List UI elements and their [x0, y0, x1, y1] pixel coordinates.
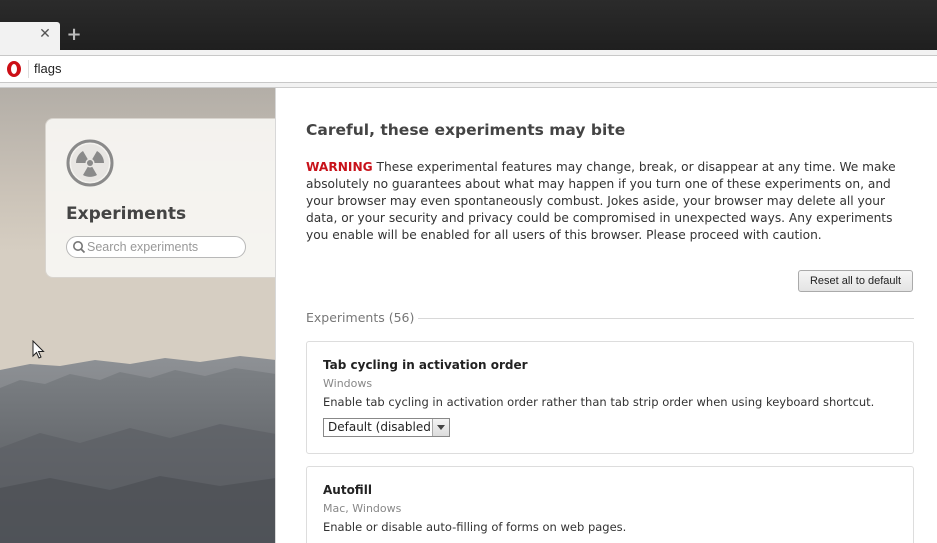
main-content: Careful, these experiments may bite WARN…: [276, 88, 937, 543]
page-heading: Careful, these experiments may bite: [306, 121, 626, 139]
close-icon[interactable]: ✕: [38, 27, 52, 41]
address-separator: [28, 60, 29, 78]
experiment-name: Autofill: [323, 483, 372, 497]
mouse-cursor-icon: [32, 340, 45, 359]
experiment-description: Enable tab cycling in activation order r…: [323, 395, 875, 409]
warning-label: WARNING: [306, 160, 373, 174]
warning-text: These experimental features may change, …: [306, 160, 896, 242]
address-bar[interactable]: flags: [0, 55, 937, 83]
experiment-select-value: Default (disabled): [328, 420, 436, 434]
experiment-description: Enable or disable auto-filling of forms …: [323, 520, 627, 534]
tab-flags[interactable]: ✕: [0, 22, 60, 50]
plus-icon[interactable]: +: [66, 26, 82, 44]
tab-strip: ✕ +: [0, 0, 937, 50]
experiment-platforms: Windows: [323, 377, 373, 390]
experiment-card: Autofill Mac, Windows Enable or disable …: [306, 466, 914, 543]
search-icon: [73, 241, 86, 254]
search-box[interactable]: [66, 236, 246, 258]
radiation-icon: [66, 139, 114, 187]
toolbar: flags: [0, 50, 937, 88]
search-input[interactable]: [87, 239, 242, 255]
chevron-down-icon[interactable]: [432, 419, 449, 436]
opera-logo-icon[interactable]: [7, 61, 21, 77]
experiment-name: Tab cycling in activation order: [323, 358, 528, 372]
experiment-platforms: Mac, Windows: [323, 502, 402, 515]
experiment-select[interactable]: Default (disabled): [323, 418, 450, 437]
experiments-count: Experiments (56): [306, 310, 415, 325]
address-text[interactable]: flags: [34, 61, 61, 76]
experiment-card: Tab cycling in activation order Windows …: [306, 341, 914, 454]
sidebar-title: Experiments: [66, 204, 187, 224]
experiments-sidebar-card: Experiments: [45, 118, 276, 278]
reset-all-button[interactable]: Reset all to default: [798, 270, 913, 292]
warning-paragraph: WARNING These experimental features may …: [306, 159, 916, 244]
section-divider: [418, 318, 914, 319]
